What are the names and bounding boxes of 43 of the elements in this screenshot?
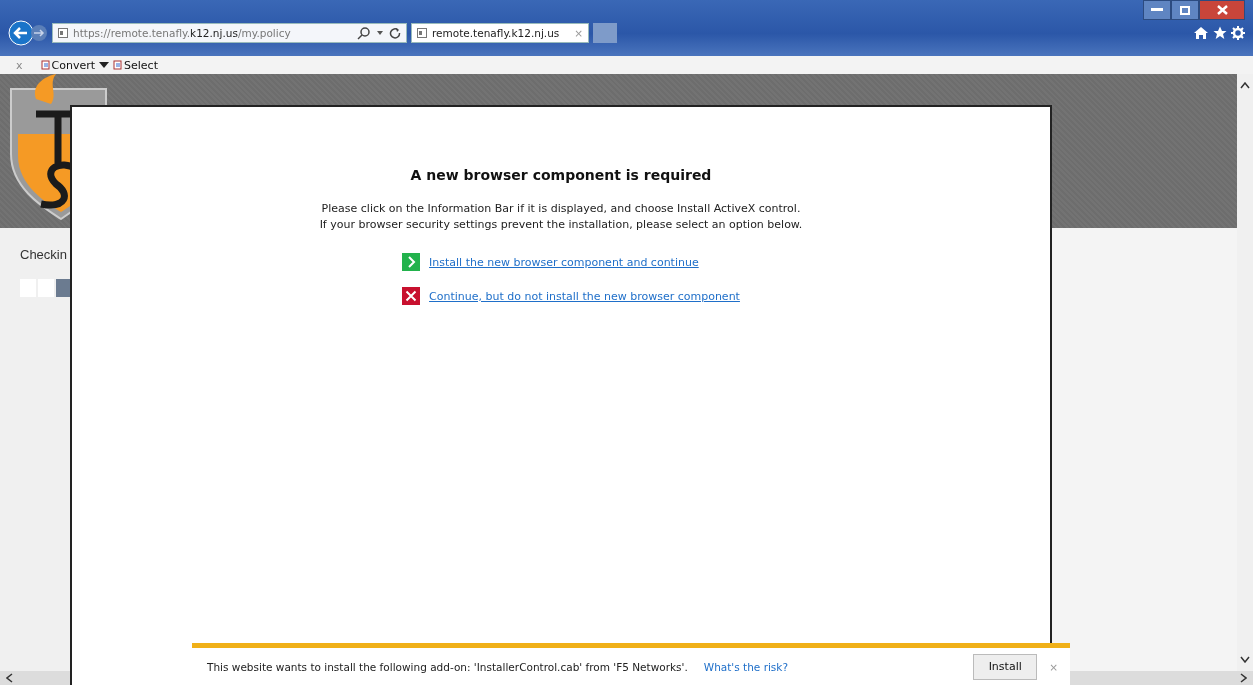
toolbar-button[interactable]: Select: [113, 58, 158, 72]
forward-button[interactable]: [30, 24, 48, 42]
minimize-icon: [1151, 8, 1163, 12]
tab-title: remote.tenafly.k12.nj.us: [432, 27, 561, 39]
install-button[interactable]: Install: [973, 653, 1038, 680]
vertical-scrollbar[interactable]: [1237, 74, 1253, 671]
search-icon[interactable]: [357, 26, 371, 40]
document-icon: [40, 60, 51, 70]
minimize-button[interactable]: [1143, 0, 1171, 20]
close-button[interactable]: [1199, 0, 1245, 20]
home-icon[interactable]: [1193, 26, 1209, 40]
scroll-up-icon[interactable]: [1240, 82, 1250, 89]
restore-button[interactable]: [1171, 0, 1199, 20]
dialog-text: If your browser security settings prevent the installation, please select an option below.: [319, 217, 803, 233]
dialog-title: A new browser component is required: [410, 167, 712, 183]
star-icon[interactable]: [1213, 26, 1227, 40]
refresh-icon[interactable]: [389, 27, 401, 39]
close-toolbar-button[interactable]: x: [16, 58, 23, 72]
document-icon: [113, 60, 123, 70]
scroll-down-icon[interactable]: [1240, 656, 1250, 663]
notification-text: This website wants to install the following add-on: 'InstallerControl.cab' from 'F5 Networks'.: [207, 660, 688, 673]
option-link[interactable]: Continue, but do not install the new browser component: [429, 289, 740, 303]
risk-link[interactable]: What's the risk?: [703, 660, 788, 673]
cross-icon[interactable]: [402, 287, 421, 305]
browser-tab[interactable]: remote.tenafly.k12.nj.us ×: [411, 23, 589, 43]
chevron-icon[interactable]: [402, 253, 421, 271]
caret-icon[interactable]: [99, 62, 109, 68]
address-field[interactable]: https://remote.tenafly.k12.nj.us/my.policy: [52, 23, 407, 43]
status-text: Checkin: [20, 247, 67, 262]
page-icon: [58, 28, 68, 38]
option-link[interactable]: Install the new browser component and continue: [429, 255, 699, 269]
back-button[interactable]: [8, 20, 34, 46]
settings-icon[interactable]: [1231, 26, 1245, 40]
page-icon: [417, 28, 427, 38]
notification-close-button[interactable]: ×: [1049, 660, 1058, 673]
scroll-left-icon[interactable]: [6, 673, 13, 683]
restore-icon: [1180, 5, 1190, 15]
toolbar-button[interactable]: Convert: [40, 58, 95, 72]
caret-icon[interactable]: [376, 30, 384, 36]
close-icon: [1216, 5, 1228, 15]
dialog-text: Please click on the Information Bar if it is displayed, and choose Install ActiveX control.: [320, 201, 802, 217]
tab-close-button[interactable]: ×: [574, 27, 583, 39]
scroll-right-icon[interactable]: [1240, 673, 1247, 683]
